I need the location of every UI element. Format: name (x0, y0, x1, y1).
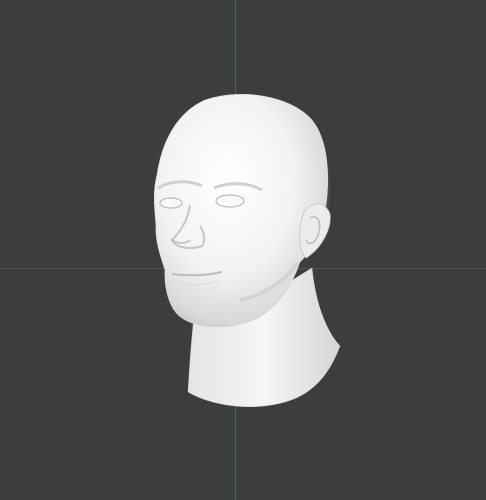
ear-shape (299, 203, 331, 259)
left-eye (159, 197, 183, 209)
right-eye (215, 194, 245, 208)
head-model[interactable] (0, 0, 486, 500)
3d-viewport[interactable] (0, 0, 486, 500)
